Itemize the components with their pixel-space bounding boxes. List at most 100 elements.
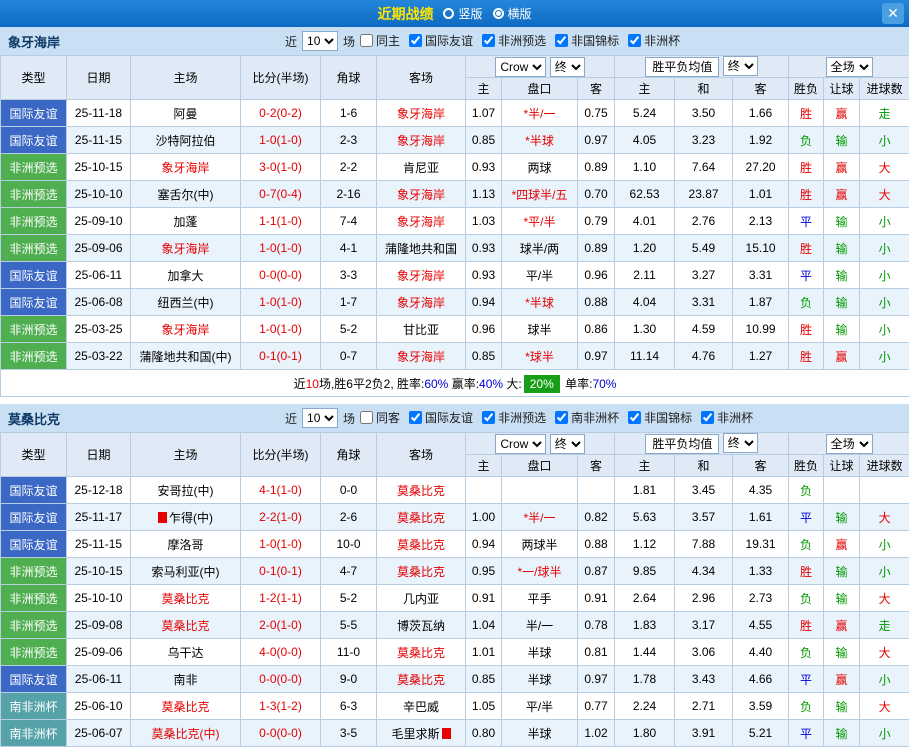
match-type-badge: 非洲预选: [1, 585, 67, 612]
result-goals: 大: [860, 693, 909, 720]
home-team[interactable]: 莫桑比克: [131, 612, 241, 639]
col-result-goals: 进球数: [860, 78, 909, 100]
away-team[interactable]: 莫桑比克: [377, 477, 466, 504]
home-team[interactable]: 莫桑比克(中): [131, 720, 241, 747]
col-odds-home: 主: [466, 455, 502, 477]
odds-home: 1.07: [466, 100, 502, 127]
home-team[interactable]: 加拿大: [131, 262, 241, 289]
checkbox-input[interactable]: [360, 411, 373, 424]
match-date: 25-11-17: [67, 504, 131, 531]
home-team[interactable]: 莫桑比克: [131, 693, 241, 720]
home-team[interactable]: 乍得(中): [131, 504, 241, 531]
wdl-average-label[interactable]: 胜平负均值: [645, 434, 719, 454]
match-type-badge: 国际友谊: [1, 531, 67, 558]
layout-radio-horizontal[interactable]: 横版: [493, 5, 532, 22]
col-odds-away: 客: [578, 78, 615, 100]
filter-checkbox[interactable]: 南非洲杯: [555, 409, 619, 426]
checkbox-input[interactable]: [628, 411, 641, 424]
avg-lose: 15.10: [733, 235, 789, 262]
home-team[interactable]: 阿曼: [131, 100, 241, 127]
away-team[interactable]: 甘比亚: [377, 316, 466, 343]
away-team[interactable]: 象牙海岸: [377, 100, 466, 127]
checkbox-input[interactable]: [409, 411, 422, 424]
match-type-badge: 非洲预选: [1, 316, 67, 343]
odds-final-select[interactable]: 终: [550, 57, 585, 77]
away-team[interactable]: 辛巴威: [377, 693, 466, 720]
wdl-final-select[interactable]: 终: [723, 433, 758, 453]
home-team[interactable]: 加蓬: [131, 208, 241, 235]
home-team[interactable]: 象牙海岸: [131, 154, 241, 181]
home-team[interactable]: 摩洛哥: [131, 531, 241, 558]
away-team[interactable]: 莫桑比克: [377, 558, 466, 585]
home-team[interactable]: 安哥拉(中): [131, 477, 241, 504]
match-count-select[interactable]: 10: [302, 408, 338, 428]
home-team[interactable]: 沙特阿拉伯: [131, 127, 241, 154]
home-team[interactable]: 乌干达: [131, 639, 241, 666]
home-team[interactable]: 纽西兰(中): [131, 289, 241, 316]
layout-radio-vertical[interactable]: 竖版: [443, 5, 482, 22]
away-team-name: 几内亚: [403, 592, 439, 606]
away-team[interactable]: 象牙海岸: [377, 181, 466, 208]
match-row: 非洲预选25-03-22蒲隆地共和国(中)0-1(0-1)0-7象牙海岸0.85…: [1, 343, 909, 370]
away-team[interactable]: 莫桑比克: [377, 639, 466, 666]
away-team[interactable]: 蒲隆地共和国: [377, 235, 466, 262]
avg-draw: 2.96: [675, 585, 733, 612]
away-team[interactable]: 象牙海岸: [377, 343, 466, 370]
away-team[interactable]: 肯尼亚: [377, 154, 466, 181]
wdl-final-select[interactable]: 终: [723, 56, 758, 76]
away-team[interactable]: 象牙海岸: [377, 127, 466, 154]
checkbox-input[interactable]: [555, 411, 568, 424]
checkbox-input[interactable]: [701, 411, 714, 424]
home-team[interactable]: 象牙海岸: [131, 316, 241, 343]
scope-select[interactable]: 全场: [826, 434, 873, 454]
home-team[interactable]: 蒲隆地共和国(中): [131, 343, 241, 370]
home-team[interactable]: 莫桑比克: [131, 585, 241, 612]
filter-checkbox[interactable]: 同客: [360, 409, 400, 426]
away-team[interactable]: 莫桑比克: [377, 666, 466, 693]
away-team[interactable]: 博茨瓦纳: [377, 612, 466, 639]
odds-away: 1.02: [578, 720, 615, 747]
scope-select[interactable]: 全场: [826, 57, 873, 77]
away-team[interactable]: 莫桑比克: [377, 504, 466, 531]
wdl-average-label[interactable]: 胜平负均值: [645, 57, 719, 77]
filter-checkbox[interactable]: 非洲预选: [482, 409, 546, 426]
away-team[interactable]: 象牙海岸: [377, 289, 466, 316]
filter-checkbox[interactable]: 国际友谊: [409, 409, 473, 426]
avg-draw: 2.76: [675, 208, 733, 235]
away-team[interactable]: 象牙海岸: [377, 262, 466, 289]
wdl-controls: 胜平负均值 终: [615, 56, 789, 78]
filter-checkbox[interactable]: 非洲预选: [482, 32, 546, 49]
odds-home: 1.04: [466, 612, 502, 639]
away-team[interactable]: 象牙海岸: [377, 208, 466, 235]
checkbox-input[interactable]: [628, 34, 641, 47]
filter-checkbox[interactable]: 非国锦标: [555, 32, 619, 49]
odds-source-select[interactable]: Crow: [495, 434, 546, 454]
away-team[interactable]: 莫桑比克: [377, 531, 466, 558]
home-team[interactable]: 塞舌尔(中): [131, 181, 241, 208]
col-corners: 角球: [321, 433, 377, 477]
away-team[interactable]: 几内亚: [377, 585, 466, 612]
home-team[interactable]: 索马利亚(中): [131, 558, 241, 585]
odds-source-select[interactable]: Crow: [495, 57, 546, 77]
match-date: 25-06-11: [67, 666, 131, 693]
filter-checkbox[interactable]: 非国锦标: [628, 409, 692, 426]
filter-checkbox[interactable]: 同主: [360, 32, 400, 49]
checkbox-input[interactable]: [360, 34, 373, 47]
checkbox-input[interactable]: [482, 411, 495, 424]
match-type-badge: 国际友谊: [1, 127, 67, 154]
home-team[interactable]: 象牙海岸: [131, 235, 241, 262]
avg-win: 1.10: [615, 154, 675, 181]
filter-checkbox[interactable]: 国际友谊: [409, 32, 473, 49]
avg-draw: 7.64: [675, 154, 733, 181]
checkbox-input[interactable]: [555, 34, 568, 47]
avg-win: 1.78: [615, 666, 675, 693]
odds-final-select[interactable]: 终: [550, 434, 585, 454]
close-button[interactable]: ✕: [882, 3, 904, 24]
home-team[interactable]: 南非: [131, 666, 241, 693]
away-team[interactable]: 毛里求斯: [377, 720, 466, 747]
filter-checkbox[interactable]: 非洲杯: [701, 409, 753, 426]
checkbox-input[interactable]: [409, 34, 422, 47]
checkbox-input[interactable]: [482, 34, 495, 47]
match-count-select[interactable]: 10: [302, 31, 338, 51]
filter-checkbox[interactable]: 非洲杯: [628, 32, 680, 49]
